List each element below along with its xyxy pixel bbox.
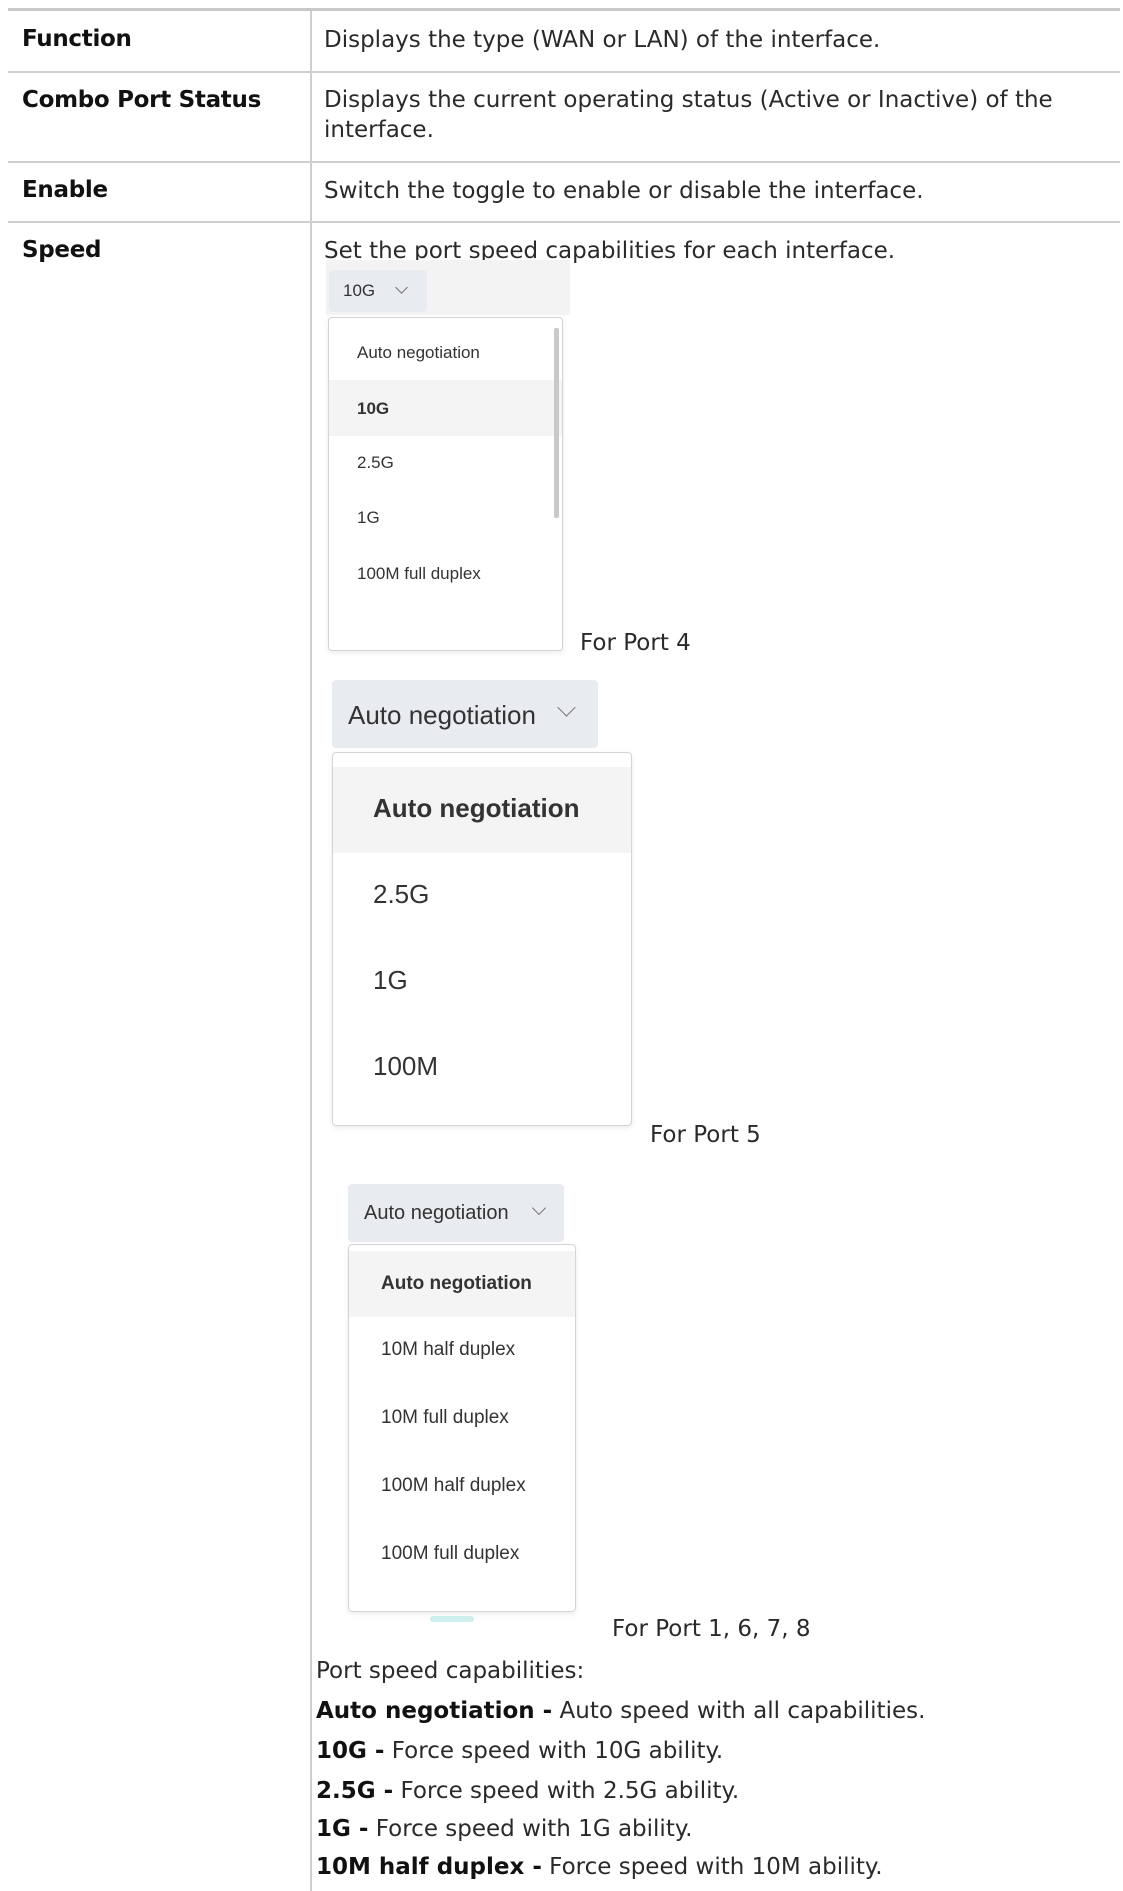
row-term: Combo Port Status	[22, 87, 261, 113]
option-label: Auto negotiation	[381, 1273, 532, 1294]
capability-item: 10G - Force speed with 10G ability.	[316, 1738, 723, 1764]
description-line: Displays the current operating status (A…	[324, 87, 1053, 113]
option-10m-half-duplex[interactable]: 10M half duplex	[349, 1317, 575, 1385]
table-row-function: Function Displays the type (WAN or LAN) …	[8, 11, 1120, 73]
capability-text: Force speed with 10M ability.	[541, 1854, 883, 1880]
option-2-5g[interactable]: 2.5G	[329, 436, 562, 490]
port1678-dropdown-screenshot: Auto negotiation Auto negotiation 10M ha…	[346, 1180, 586, 1622]
capability-term: 10M half duplex -	[316, 1854, 542, 1880]
selected-value: Auto negotiation	[348, 700, 536, 730]
speed-options-menu: Auto negotiation 10M half duplex 10M ful…	[348, 1244, 576, 1612]
capability-term: 10G -	[316, 1738, 385, 1764]
description-line: interface.	[324, 117, 434, 143]
option-label: Auto negotiation	[373, 793, 580, 823]
option-label: 1G	[373, 965, 408, 995]
port4-caption: For Port 4	[580, 630, 691, 656]
option-auto-negotiation[interactable]: Auto negotiation	[329, 326, 562, 380]
option-1g[interactable]: 1G	[329, 490, 562, 546]
option-label: 2.5G	[373, 879, 430, 909]
scrollbar[interactable]	[554, 328, 559, 518]
capability-text: Force speed with 2.5G ability.	[393, 1778, 740, 1804]
capability-text: Force speed with 10G ability.	[384, 1738, 724, 1764]
capability-item: 1G - Force speed with 1G ability.	[316, 1816, 692, 1842]
option-auto-negotiation[interactable]: Auto negotiation	[349, 1251, 575, 1317]
option-label: 100M full duplex	[357, 564, 481, 583]
chevron-down-icon	[395, 281, 408, 294]
row-description: Displays the current operating status (A…	[324, 85, 1053, 145]
selected-value: Auto negotiation	[364, 1202, 509, 1224]
row-term: Function	[22, 26, 132, 52]
option-label: 100M	[373, 1051, 439, 1081]
option-100m-half-duplex[interactable]: 100M half duplex	[349, 1453, 575, 1521]
option-label: 100M half duplex	[381, 1475, 526, 1496]
option-label: 10M half duplex	[381, 1339, 516, 1360]
toggle-fragment	[430, 1616, 474, 1622]
port5-dropdown-screenshot: Auto negotiation Auto negotiation 2.5G 1…	[330, 678, 634, 1128]
port1678-caption: For Port 1, 6, 7, 8	[612, 1616, 811, 1642]
row-term: Enable	[22, 177, 108, 203]
speed-options-menu: Auto negotiation 10G 2.5G 1G 100M full d…	[328, 317, 563, 651]
capability-item: 10M half duplex - Force speed with 10M a…	[316, 1854, 883, 1880]
speed-options-menu: Auto negotiation 2.5G 1G 100M	[332, 752, 632, 1126]
chevron-down-icon	[531, 1200, 547, 1216]
option-100m-full-duplex[interactable]: 100M full duplex	[349, 1521, 575, 1589]
capability-text: Auto speed with all capabilities.	[552, 1698, 926, 1724]
row-description: Displays the type (WAN or LAN) of the in…	[324, 27, 881, 53]
capability-term: 1G -	[316, 1816, 369, 1842]
option-100m-full-duplex[interactable]: 100M full duplex	[329, 546, 562, 602]
option-label: 10M full duplex	[381, 1407, 509, 1428]
speed-select[interactable]: 10G	[329, 270, 427, 312]
speed-select[interactable]: Auto negotiation	[332, 680, 598, 748]
table-row-enable: Enable Switch the toggle to enable or di…	[8, 163, 1120, 223]
option-auto-negotiation[interactable]: Auto negotiation	[333, 767, 631, 853]
table-row-combo-port-status: Combo Port Status Displays the current o…	[8, 73, 1120, 163]
option-100m[interactable]: 100M	[333, 1025, 631, 1111]
capability-term: Auto negotiation -	[316, 1698, 553, 1724]
port4-dropdown-screenshot: 10G Auto negotiation 10G 2.5G 1G 100M fu…	[326, 260, 570, 655]
port5-caption: For Port 5	[650, 1122, 761, 1148]
chevron-down-icon	[557, 698, 576, 717]
capability-text: Force speed with 1G ability.	[368, 1816, 693, 1842]
option-label: 100M full duplex	[381, 1543, 520, 1564]
option-label: 10G	[357, 399, 390, 418]
capability-term: 2.5G -	[316, 1778, 394, 1804]
row-description: Switch the toggle to enable or disable t…	[324, 178, 924, 204]
option-10m-full-duplex[interactable]: 10M full duplex	[349, 1385, 575, 1453]
option-10g[interactable]: 10G	[329, 380, 562, 436]
selected-value: 10G	[343, 281, 376, 300]
capabilities-heading: Port speed capabilities:	[316, 1658, 585, 1684]
option-label: Auto negotiation	[357, 343, 480, 362]
capability-item: Auto negotiation - Auto speed with all c…	[316, 1698, 925, 1724]
option-label: 2.5G	[357, 453, 394, 472]
definition-table: Function Displays the type (WAN or LAN) …	[8, 8, 1120, 1891]
speed-select[interactable]: Auto negotiation	[348, 1184, 564, 1242]
option-label: 1G	[357, 508, 380, 527]
capability-item: 2.5G - Force speed with 2.5G ability.	[316, 1778, 739, 1804]
option-2-5g[interactable]: 2.5G	[333, 853, 631, 939]
row-term: Speed	[22, 237, 102, 263]
option-1g[interactable]: 1G	[333, 939, 631, 1025]
